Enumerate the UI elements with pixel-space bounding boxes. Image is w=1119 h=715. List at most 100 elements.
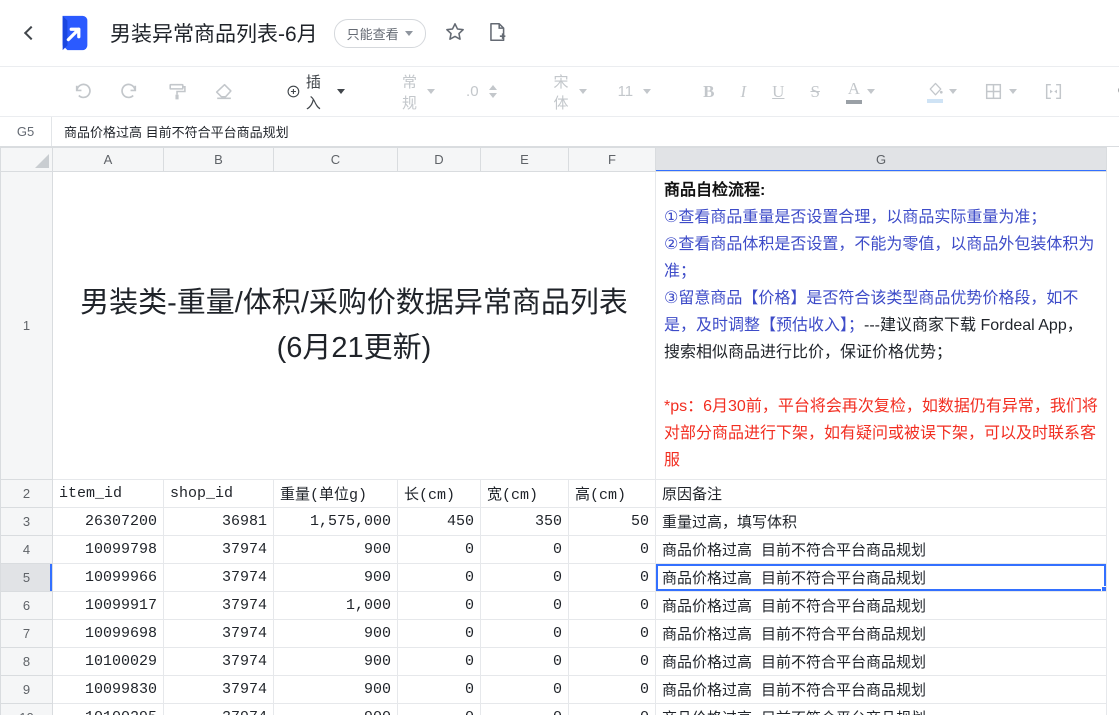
table-cell[interactable]: 商品价格过高 目前不符合平台商品规划 xyxy=(656,620,1107,648)
table-cell[interactable]: 10099830 xyxy=(53,676,164,704)
row-header-6[interactable]: 6 xyxy=(1,592,53,620)
col-header-e[interactable]: E xyxy=(481,148,569,172)
table-cell[interactable]: 900 xyxy=(274,648,398,676)
row-header-7[interactable]: 7 xyxy=(1,620,53,648)
header-cell[interactable]: 宽(cm) xyxy=(481,480,569,508)
table-cell[interactable]: 37974 xyxy=(164,592,274,620)
table-cell[interactable]: 0 xyxy=(569,592,656,620)
table-cell[interactable]: 0 xyxy=(569,648,656,676)
row-header-10[interactable]: 10 xyxy=(1,704,53,715)
table-cell[interactable]: 37974 xyxy=(164,676,274,704)
borders-button[interactable] xyxy=(983,81,1017,102)
table-cell[interactable]: 10099698 xyxy=(53,620,164,648)
table-cell[interactable]: 0 xyxy=(569,536,656,564)
bold-button[interactable]: B xyxy=(703,82,714,102)
font-color-button[interactable]: A xyxy=(846,79,875,104)
table-cell[interactable]: 0 xyxy=(398,536,481,564)
app-logo-icon[interactable] xyxy=(56,14,94,52)
number-format-button[interactable]: 常规 xyxy=(397,71,435,113)
row-header-1[interactable]: 1 xyxy=(1,172,53,480)
table-cell[interactable]: 0 xyxy=(481,536,569,564)
table-cell[interactable]: 450 xyxy=(398,508,481,536)
table-cell[interactable]: 26307200 xyxy=(53,508,164,536)
insert-button[interactable]: 插入 xyxy=(286,71,345,113)
table-cell[interactable]: 0 xyxy=(481,648,569,676)
col-header-b[interactable]: B xyxy=(164,148,274,172)
font-size-select[interactable]: 11 xyxy=(613,83,652,100)
table-cell[interactable]: 900 xyxy=(274,704,398,715)
row-header-9[interactable]: 9 xyxy=(1,676,53,704)
row-header-3[interactable]: 3 xyxy=(1,508,53,536)
undo-button[interactable] xyxy=(72,81,93,102)
table-cell[interactable]: 10100295 xyxy=(53,704,164,715)
table-cell[interactable]: 商品价格过高 目前不符合平台商品规划 xyxy=(656,592,1107,620)
table-cell[interactable]: 900 xyxy=(274,536,398,564)
table-cell[interactable]: 0 xyxy=(481,564,569,592)
formula-input[interactable]: 商品价格过高 目前不符合平台商品规划 xyxy=(52,117,1119,146)
underline-button[interactable]: U xyxy=(772,82,784,102)
table-cell[interactable]: 0 xyxy=(569,704,656,715)
row-header-2[interactable]: 2 xyxy=(1,480,53,508)
table-cell[interactable]: 0 xyxy=(569,676,656,704)
table-cell[interactable]: 商品价格过高 目前不符合平台商品规划 xyxy=(656,676,1107,704)
col-header-f[interactable]: F xyxy=(569,148,656,172)
back-button[interactable] xyxy=(16,20,42,46)
table-cell[interactable]: 10099798 xyxy=(53,536,164,564)
table-cell[interactable]: 0 xyxy=(398,620,481,648)
col-header-c[interactable]: C xyxy=(274,148,398,172)
table-cell[interactable]: 商品价格过高 目前不符合平台商品规划 xyxy=(656,536,1107,564)
table-cell[interactable]: 37974 xyxy=(164,564,274,592)
table-cell[interactable]: 50 xyxy=(569,508,656,536)
header-cell[interactable]: 重量(单位g) xyxy=(274,480,398,508)
table-cell[interactable]: 900 xyxy=(274,564,398,592)
redo-button[interactable] xyxy=(119,81,140,102)
selection-handle[interactable] xyxy=(1101,586,1107,592)
table-cell[interactable]: 0 xyxy=(481,620,569,648)
row-header-8[interactable]: 8 xyxy=(1,648,53,676)
table-cell[interactable]: 1,000 xyxy=(274,592,398,620)
table-cell[interactable]: 900 xyxy=(274,620,398,648)
table-cell[interactable]: 10099966 xyxy=(53,564,164,592)
table-cell[interactable]: 37974 xyxy=(164,536,274,564)
table-cell[interactable]: 重量过高，填写体积 xyxy=(656,508,1107,536)
header-cell[interactable]: 原因备注 xyxy=(656,480,1107,508)
star-button[interactable] xyxy=(444,21,468,45)
format-painter-button[interactable] xyxy=(166,81,187,102)
table-cell[interactable]: 36981 xyxy=(164,508,274,536)
header-cell[interactable]: 长(cm) xyxy=(398,480,481,508)
table-cell[interactable]: 0 xyxy=(398,648,481,676)
table-cell[interactable]: 0 xyxy=(398,704,481,715)
header-cell[interactable]: item_id xyxy=(53,480,164,508)
decimal-stepper[interactable] xyxy=(489,85,497,98)
cell-g1-notice[interactable]: 商品自检流程: ①查看商品重量是否设置合理，以商品实际重量为准； ②查看商品体积… xyxy=(656,172,1107,480)
select-all-corner[interactable] xyxy=(1,148,53,172)
table-cell[interactable]: 37974 xyxy=(164,704,274,715)
header-cell[interactable]: 高(cm) xyxy=(569,480,656,508)
table-cell[interactable]: 0 xyxy=(481,592,569,620)
col-header-d[interactable]: D xyxy=(398,148,481,172)
decimal-places-button[interactable]: .0 xyxy=(461,83,497,100)
table-cell[interactable]: 0 xyxy=(569,564,656,592)
cell-reference-box[interactable]: G5 xyxy=(0,117,52,146)
row-header-5[interactable]: 5 xyxy=(1,564,53,592)
italic-button[interactable]: I xyxy=(740,82,746,102)
table-cell[interactable]: 0 xyxy=(481,704,569,715)
table-cell[interactable]: 1,575,000 xyxy=(274,508,398,536)
table-cell[interactable]: 0 xyxy=(481,676,569,704)
table-cell[interactable]: 37974 xyxy=(164,620,274,648)
font-family-select[interactable]: 宋体 xyxy=(549,71,587,113)
table-cell[interactable]: 0 xyxy=(398,564,481,592)
table-cell[interactable]: 商品价格过高 目前不符合平台商品规划 xyxy=(656,648,1107,676)
clear-format-button[interactable] xyxy=(213,81,234,102)
col-header-g[interactable]: G xyxy=(656,148,1107,172)
create-copy-button[interactable] xyxy=(486,21,510,45)
table-cell[interactable]: 商品价格过高 目前不符合平台商品规划 xyxy=(656,704,1107,715)
table-cell[interactable]: 900 xyxy=(274,676,398,704)
cell-a1-title[interactable]: 男装类-重量/体积/采购价数据异常商品列表 (6月21更新) xyxy=(53,172,656,480)
header-cell[interactable]: shop_id xyxy=(164,480,274,508)
table-cell[interactable]: 0 xyxy=(398,592,481,620)
table-cell[interactable]: 10100029 xyxy=(53,648,164,676)
table-cell[interactable]: 0 xyxy=(398,676,481,704)
fill-color-button[interactable] xyxy=(927,81,957,103)
table-cell[interactable]: 10099917 xyxy=(53,592,164,620)
